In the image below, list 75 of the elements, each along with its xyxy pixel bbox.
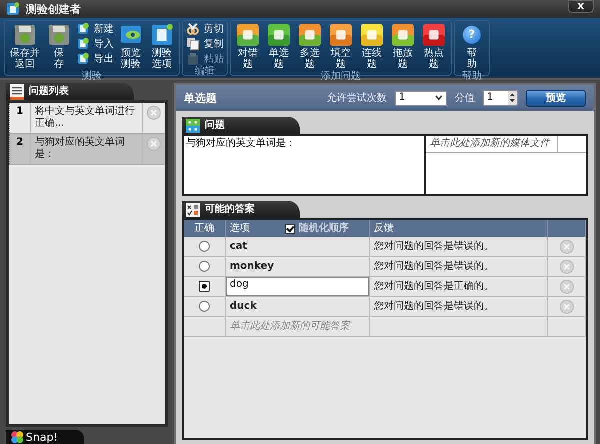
app-icon [6, 2, 20, 16]
document-icon[interactable] [150, 23, 174, 47]
section-title: 可能的答案 [205, 204, 255, 216]
question-type-icon[interactable] [360, 23, 384, 47]
field-label: 允许尝试次数 [327, 92, 387, 105]
ribbon-button[interactable]: 保存并返回 [8, 22, 42, 71]
ribbon-button[interactable]: 测验选项 [148, 22, 176, 71]
preview-button[interactable]: 预览 [526, 90, 586, 106]
window-title: 测验创建者 [26, 2, 82, 16]
ribbon-button[interactable]: 填空题 [327, 22, 355, 71]
ribbon-button[interactable]: 保存 [45, 22, 73, 71]
question-text-field[interactable]: 与狗对应的英文单词是： [184, 136, 426, 194]
radio-button[interactable] [199, 241, 210, 252]
caret-icon [435, 95, 443, 101]
copy-icon[interactable] [186, 37, 200, 51]
option-input-field[interactable]: dog [226, 277, 369, 296]
question-number: 1 [9, 103, 31, 133]
question-title: 将中文与英文单词进行正确... [31, 103, 143, 133]
ribbon-button[interactable]: 单选题 [265, 22, 293, 71]
radio-button[interactable] [199, 281, 210, 292]
ribbon-button[interactable]: 连线题 [358, 22, 386, 71]
option-text[interactable]: monkey [230, 260, 274, 272]
question-type-icon[interactable] [391, 23, 415, 47]
option-text[interactable]: duck [230, 300, 257, 312]
ribbon-button[interactable]: 新建 [76, 22, 114, 36]
radio-button[interactable] [199, 301, 210, 312]
logo-text: Snap! [26, 430, 58, 444]
feedback-text[interactable]: 您对问题的回答是错误的。 [374, 260, 494, 272]
question-title: 与狗对应的英文单词是： [31, 134, 143, 164]
group-label: 帮助 [461, 71, 483, 82]
column-header: 反馈 [370, 220, 548, 237]
ribbon-button[interactable]: ? 帮助 [458, 22, 486, 71]
spinner-arrows-icon[interactable] [508, 91, 517, 105]
question-type-icon[interactable] [236, 23, 260, 47]
ribbon-button[interactable]: 拖放题 [389, 22, 417, 71]
attempts-dropdown[interactable]: 1 [395, 90, 447, 106]
checkbox[interactable] [285, 224, 295, 234]
question-type-icon[interactable] [298, 23, 322, 47]
ribbon-button[interactable]: 对错题 [234, 22, 262, 71]
question-list-item[interactable]: 1 将中文与英文单词进行正确... [9, 103, 165, 134]
document-icon[interactable] [76, 52, 90, 66]
question-type-icon[interactable] [267, 23, 291, 47]
ribbon-button[interactable]: 剪切 [186, 22, 224, 36]
section-title: 问题 [205, 120, 225, 132]
ribbon-button[interactable]: 导出 [76, 52, 114, 66]
column-header: 选项 [230, 222, 250, 234]
scissors-icon[interactable] [186, 22, 200, 36]
ribbon-button[interactable]: 多选题 [296, 22, 324, 71]
group-label: 测验 [81, 71, 103, 82]
feedback-text[interactable]: 您对问题的回答是正确的。 [374, 280, 494, 292]
close-button[interactable]: x [568, 0, 594, 13]
question-list-item[interactable]: 2 与狗对应的英文单词是： [9, 134, 165, 165]
add-media-link[interactable]: 单击此处添加新的媒体文件 [426, 136, 558, 152]
radio-button[interactable] [199, 261, 210, 272]
group-label: 编辑 [194, 66, 216, 77]
question-type-icon[interactable] [329, 23, 353, 47]
flower-icon [10, 430, 24, 444]
document-icon[interactable] [76, 22, 90, 36]
field-label: 分值 [455, 92, 475, 105]
column-header [548, 220, 586, 237]
ribbon-button[interactable]: 预览测验 [117, 22, 145, 71]
option-text[interactable]: cat [230, 240, 248, 252]
ribbon-button[interactable]: 热点题 [420, 22, 448, 71]
document-icon[interactable] [76, 37, 90, 51]
feedback-text[interactable]: 您对问题的回答是错误的。 [374, 300, 494, 312]
question-type-icon[interactable] [422, 23, 446, 47]
ribbon-button[interactable]: 导入 [76, 37, 114, 51]
question-number: 2 [9, 134, 31, 164]
feedback-text[interactable]: 您对问题的回答是错误的。 [374, 240, 494, 252]
score-spinner[interactable]: 1 [483, 90, 518, 106]
column-header: 正确 [184, 220, 226, 237]
ribbon-button[interactable]: 复制 [186, 37, 224, 51]
question-type-title: 单选题 [184, 90, 217, 106]
panel-title: 问题列表 [29, 86, 69, 98]
group-label: 添加问题 [320, 71, 362, 82]
